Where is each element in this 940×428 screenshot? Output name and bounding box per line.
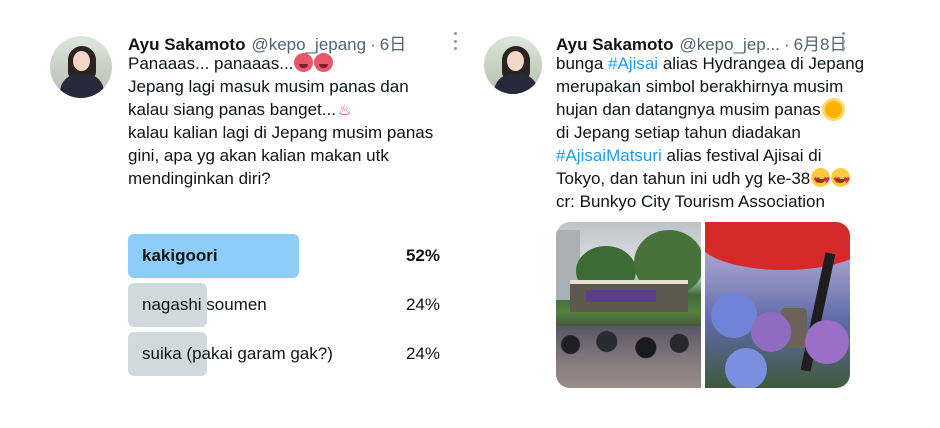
heart-eyes-emoji <box>811 168 831 192</box>
text-line: Tokyo, dan tahun ini udh yg ke-38 <box>556 167 864 192</box>
poll-option[interactable]: nagashi soumen 24% <box>128 283 440 327</box>
text-line: Jepang lagi masuk musim panas dan <box>128 77 409 96</box>
heart-eyes-emoji <box>831 168 851 192</box>
text-line: kalau siang panas banget... ♨ <box>128 100 352 119</box>
poll-option-label: suika (pakai garam gak?) <box>142 344 333 363</box>
hashtag-link[interactable]: #AjisaiMatsuri <box>556 146 662 165</box>
hot-face-emoji <box>294 53 314 72</box>
hot-springs-emoji: ♨ <box>337 101 352 119</box>
sun-emoji <box>824 101 842 118</box>
tweet-body: Ayu Sakamoto @kepo_jep... · 6月8日 bunga #… <box>556 30 864 213</box>
tweet-text: Panaaas... panaaas... Jepang lagi masuk … <box>128 52 470 190</box>
tweet-header: Ayu Sakamoto @kepo_jep... · 6月8日 <box>556 30 864 54</box>
media-grid <box>556 222 850 388</box>
text-line: mendinginkan diri? <box>128 169 271 188</box>
poll-option-percent: 24% <box>405 344 440 363</box>
poll: kakigoori 52% nagashi soumen 24% suika (… <box>128 234 440 381</box>
festival-photo[interactable] <box>556 222 701 388</box>
more-options-icon[interactable] <box>842 32 846 50</box>
avatar[interactable] <box>50 36 112 98</box>
hydrangea-photo[interactable] <box>705 222 850 388</box>
text-line: bunga #Ajisai alias Hydrangea di Jepang <box>556 54 865 73</box>
text-line: merupakan simbol berakhirnya musim <box>556 77 844 96</box>
text-line: kalau kalian lagi di Jepang musim panas <box>128 123 434 142</box>
hashtag-link[interactable]: #Ajisai <box>608 54 658 73</box>
text-line: hujan dan datangnya musim panas <box>556 98 864 121</box>
tweet-header: Ayu Sakamoto @kepo_jepang · 6日 <box>128 30 470 55</box>
text-line: #AjisaiMatsuri alias festival Ajisai di <box>556 146 822 165</box>
avatar[interactable] <box>484 36 542 94</box>
tweet-text: bunga #Ajisai alias Hydrangea di Jepang … <box>556 52 864 213</box>
text-line: gini, apa yg akan kalian makan utk <box>128 146 389 165</box>
poll-option-percent: 24% <box>405 295 440 314</box>
poll-option-label: kakigoori <box>142 246 218 265</box>
tweet-date[interactable]: 6日 <box>380 30 406 55</box>
more-options-icon[interactable] <box>454 32 458 50</box>
text-line: cr: Bunkyo City Tourism Association <box>556 192 825 211</box>
poll-option-percent: 52% <box>405 246 440 265</box>
poll-option-label: nagashi soumen <box>142 295 267 314</box>
tweet-body: Ayu Sakamoto @kepo_jepang · 6日 Panaaas..… <box>128 30 470 190</box>
hot-face-emoji <box>314 53 334 72</box>
text-line: di Jepang setiap tahun diadakan <box>556 123 801 142</box>
separator-dot: · <box>370 35 376 54</box>
text-line: Panaaas... panaaas... <box>128 52 470 75</box>
poll-option[interactable]: kakigoori 52% <box>128 234 440 278</box>
poll-option[interactable]: suika (pakai garam gak?) 24% <box>128 332 440 376</box>
